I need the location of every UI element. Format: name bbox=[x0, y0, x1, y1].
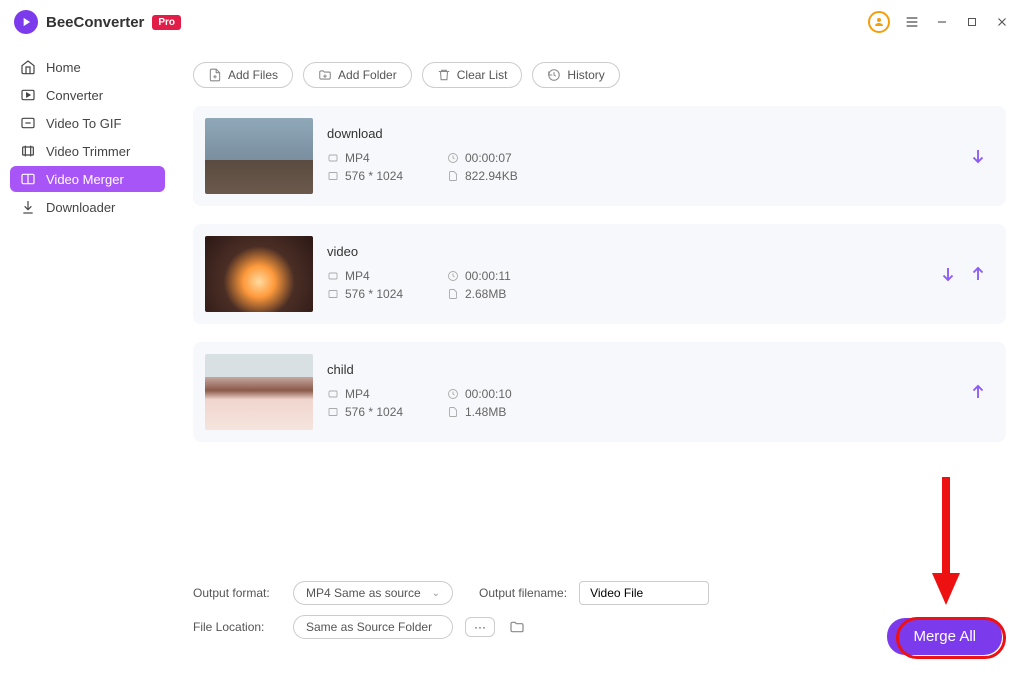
sidebar-item-label: Video To GIF bbox=[46, 116, 121, 131]
user-avatar-icon[interactable] bbox=[868, 11, 890, 33]
clear-list-button[interactable]: Clear List bbox=[422, 62, 523, 88]
pro-badge: Pro bbox=[152, 15, 181, 30]
add-folder-label: Add Folder bbox=[338, 68, 397, 82]
file-duration: 00:00:10 bbox=[465, 387, 512, 401]
sidebar-item-video-trimmer[interactable]: Video Trimmer bbox=[10, 138, 165, 164]
file-card[interactable]: video MP4 00:00:11 576 * 1024 2.68MB bbox=[193, 224, 1006, 324]
home-icon bbox=[20, 59, 36, 75]
titlebar-left: BeeConverter Pro bbox=[14, 10, 181, 34]
filesize-icon bbox=[447, 406, 459, 418]
add-files-button[interactable]: Add Files bbox=[193, 62, 293, 88]
filesize-icon bbox=[447, 288, 459, 300]
add-folder-button[interactable]: Add Folder bbox=[303, 62, 412, 88]
file-resolution: 576 * 1024 bbox=[345, 287, 403, 301]
trash-icon bbox=[437, 68, 451, 82]
titlebar: BeeConverter Pro bbox=[0, 0, 1024, 44]
app-logo bbox=[14, 10, 38, 34]
file-duration: 00:00:07 bbox=[465, 151, 512, 165]
file-title: child bbox=[327, 362, 954, 377]
converter-icon bbox=[20, 87, 36, 103]
sidebar-item-label: Video Merger bbox=[46, 172, 124, 187]
titlebar-right bbox=[868, 11, 1010, 33]
sidebar-item-label: Video Trimmer bbox=[46, 144, 130, 159]
sidebar-item-video-merger[interactable]: Video Merger bbox=[10, 166, 165, 192]
maximize-icon[interactable] bbox=[964, 14, 980, 30]
app-name: BeeConverter bbox=[46, 14, 144, 31]
file-title: video bbox=[327, 244, 924, 259]
format-icon bbox=[327, 388, 339, 400]
resolution-icon bbox=[327, 288, 339, 300]
move-down-button[interactable] bbox=[968, 146, 988, 166]
filesize-icon bbox=[447, 170, 459, 182]
file-meta: video MP4 00:00:11 576 * 1024 2.68MB bbox=[327, 244, 924, 305]
file-size: 2.68MB bbox=[465, 287, 506, 301]
file-duration: 00:00:11 bbox=[465, 269, 511, 283]
toolbar: Add Files Add Folder Clear List History bbox=[193, 62, 1006, 88]
add-folder-icon bbox=[318, 68, 332, 82]
sidebar: Home Converter Video To GIF Video Trimme… bbox=[0, 44, 175, 677]
file-location-label: File Location: bbox=[193, 620, 281, 634]
history-button[interactable]: History bbox=[532, 62, 619, 88]
video-thumbnail bbox=[205, 118, 313, 194]
resolution-icon bbox=[327, 406, 339, 418]
file-card[interactable]: download MP4 00:00:07 576 * 1024 822.94K… bbox=[193, 106, 1006, 206]
merge-all-button[interactable]: Merge All bbox=[887, 618, 1002, 655]
sidebar-item-label: Home bbox=[46, 60, 81, 75]
trimmer-icon bbox=[20, 143, 36, 159]
browse-button[interactable]: ··· bbox=[465, 617, 495, 637]
format-icon bbox=[327, 152, 339, 164]
move-down-button[interactable] bbox=[938, 264, 958, 284]
minimize-icon[interactable] bbox=[934, 14, 950, 30]
downloader-icon bbox=[20, 199, 36, 215]
clock-icon bbox=[447, 270, 459, 282]
output-format-select[interactable]: MP4 Same as source ⌄ bbox=[293, 581, 453, 605]
sidebar-item-label: Downloader bbox=[46, 200, 115, 215]
clear-list-label: Clear List bbox=[457, 68, 508, 82]
output-format-label: Output format: bbox=[193, 586, 281, 600]
sidebar-item-home[interactable]: Home bbox=[10, 54, 165, 80]
file-location-value: Same as Source Folder bbox=[306, 620, 432, 634]
file-size: 822.94KB bbox=[465, 169, 518, 183]
gif-icon bbox=[20, 115, 36, 131]
move-up-button[interactable] bbox=[968, 264, 988, 284]
format-icon bbox=[327, 270, 339, 282]
file-resolution: 576 * 1024 bbox=[345, 405, 403, 419]
file-meta: download MP4 00:00:07 576 * 1024 822.94K… bbox=[327, 126, 954, 187]
file-location-select[interactable]: Same as Source Folder bbox=[293, 615, 453, 639]
chevron-down-icon: ⌄ bbox=[432, 588, 440, 599]
video-thumbnail bbox=[205, 354, 313, 430]
sidebar-item-converter[interactable]: Converter bbox=[10, 82, 165, 108]
history-label: History bbox=[567, 68, 604, 82]
file-title: download bbox=[327, 126, 954, 141]
file-format: MP4 bbox=[345, 151, 370, 165]
output-filename-input[interactable] bbox=[579, 581, 709, 605]
clock-icon bbox=[447, 152, 459, 164]
move-up-button[interactable] bbox=[968, 382, 988, 402]
resolution-icon bbox=[327, 170, 339, 182]
sidebar-item-video-to-gif[interactable]: Video To GIF bbox=[10, 110, 165, 136]
bottom-bar: Output format: MP4 Same as source ⌄ Outp… bbox=[193, 571, 1006, 667]
merger-icon bbox=[20, 171, 36, 187]
clock-icon bbox=[447, 388, 459, 400]
add-files-label: Add Files bbox=[228, 68, 278, 82]
video-thumbnail bbox=[205, 236, 313, 312]
file-format: MP4 bbox=[345, 269, 370, 283]
main-panel: Add Files Add Folder Clear List History … bbox=[175, 44, 1024, 677]
history-icon bbox=[547, 68, 561, 82]
file-format: MP4 bbox=[345, 387, 370, 401]
file-resolution: 576 * 1024 bbox=[345, 169, 403, 183]
output-filename-label: Output filename: bbox=[479, 586, 567, 600]
file-size: 1.48MB bbox=[465, 405, 506, 419]
sidebar-item-downloader[interactable]: Downloader bbox=[10, 194, 165, 220]
file-list: download MP4 00:00:07 576 * 1024 822.94K… bbox=[193, 106, 1006, 571]
open-folder-button[interactable] bbox=[507, 617, 527, 637]
close-icon[interactable] bbox=[994, 14, 1010, 30]
file-meta: child MP4 00:00:10 576 * 1024 1.48MB bbox=[327, 362, 954, 423]
sidebar-item-label: Converter bbox=[46, 88, 103, 103]
output-format-value: MP4 Same as source bbox=[306, 586, 421, 600]
add-files-icon bbox=[208, 68, 222, 82]
file-card[interactable]: child MP4 00:00:10 576 * 1024 1.48MB bbox=[193, 342, 1006, 442]
hamburger-menu-icon[interactable] bbox=[904, 14, 920, 30]
